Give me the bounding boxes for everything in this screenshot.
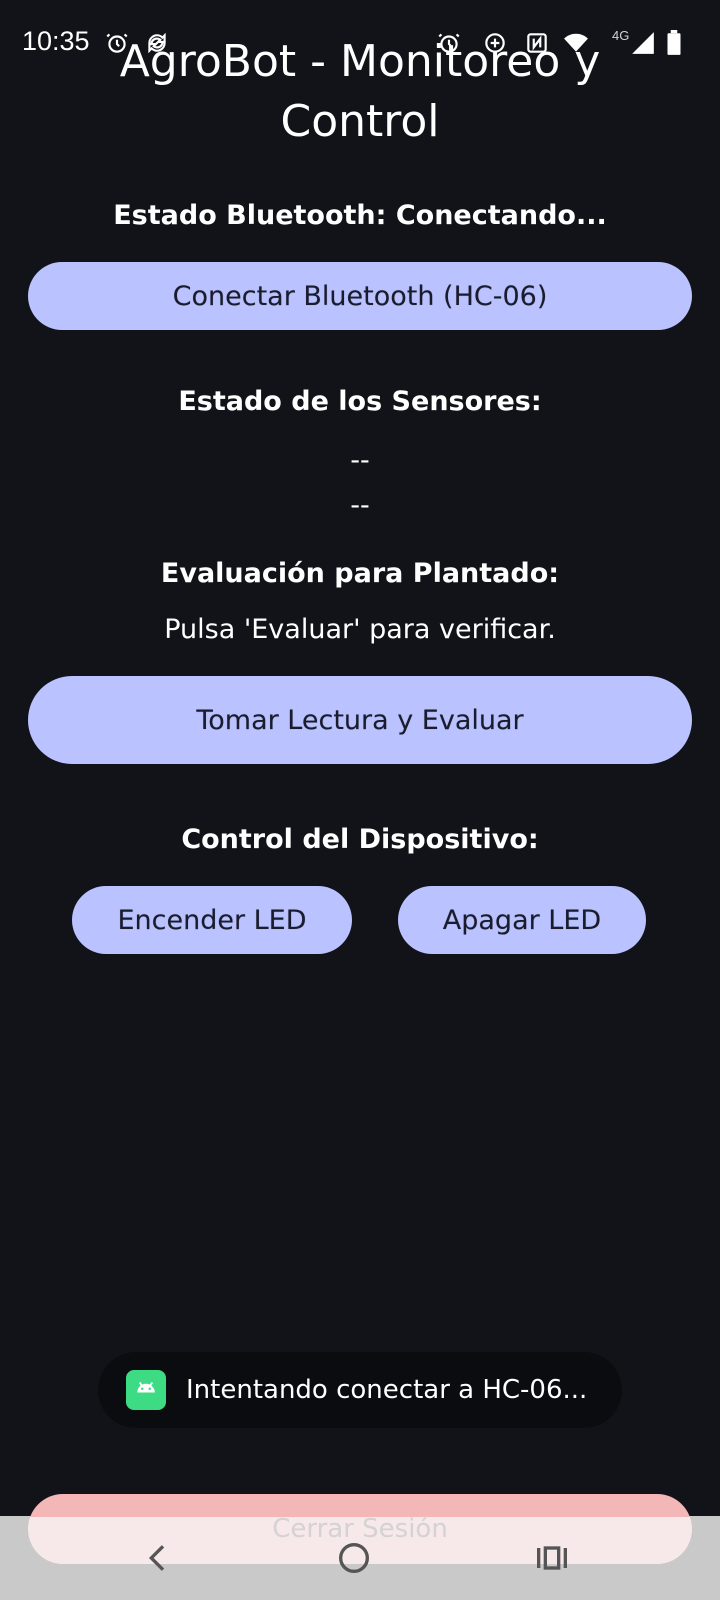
nfc-icon	[524, 30, 550, 56]
status-time: 10:35	[22, 26, 90, 56]
device-control-heading: Control del Dispositivo:	[181, 824, 539, 855]
sensors-heading: Estado de los Sensores:	[178, 386, 542, 417]
toast: Intentando conectar a HC-06...	[98, 1352, 622, 1428]
data-saver-icon	[482, 30, 508, 56]
back-icon[interactable]	[138, 1538, 178, 1578]
home-icon[interactable]	[334, 1538, 374, 1578]
alarm-icon	[104, 30, 130, 56]
sensor-reading-1: --	[350, 445, 370, 476]
android-app-icon	[126, 1370, 166, 1410]
sensor-reading-2: --	[350, 490, 370, 521]
status-bar: 10:35 4G	[0, 0, 720, 80]
alarm-icon	[436, 30, 462, 56]
connect-bluetooth-button[interactable]: Conectar Bluetooth (HC-06)	[28, 262, 692, 330]
evaluation-message: Pulsa 'Evaluar' para verificar.	[164, 614, 556, 645]
toast-message: Intentando conectar a HC-06...	[186, 1375, 588, 1405]
led-off-button[interactable]: Apagar LED	[398, 886, 646, 954]
wifi-icon	[560, 30, 592, 56]
recent-apps-icon[interactable]	[532, 1538, 572, 1578]
battery-icon	[664, 30, 684, 56]
cellular-signal-icon	[630, 30, 656, 56]
network-type-label: 4G	[612, 28, 630, 43]
bluetooth-status-label: Estado Bluetooth: Conectando...	[113, 200, 607, 231]
sync-icon	[144, 30, 170, 56]
led-on-button[interactable]: Encender LED	[72, 886, 352, 954]
evaluation-heading: Evaluación para Plantado:	[160, 558, 560, 589]
evaluate-button[interactable]: Tomar Lectura y Evaluar	[28, 676, 692, 764]
